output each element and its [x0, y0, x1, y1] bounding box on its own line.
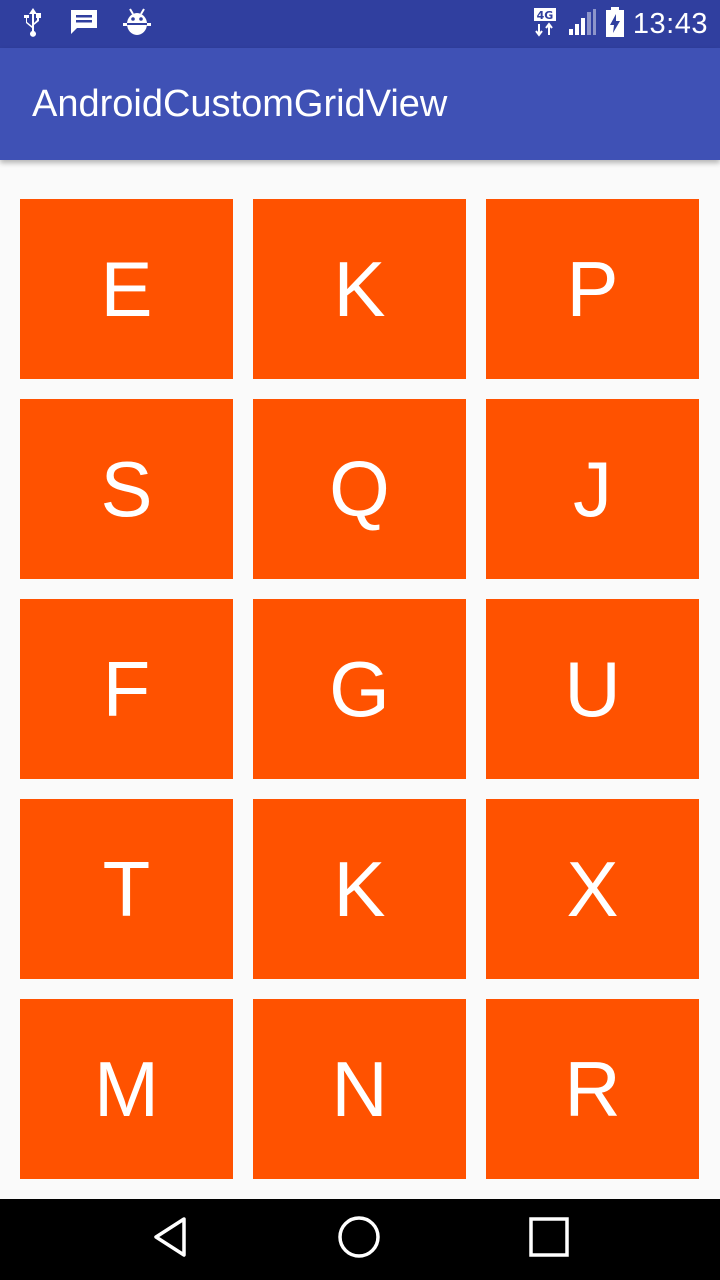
network-label: 4G	[537, 9, 554, 22]
grid-item-letter: M	[94, 1045, 159, 1133]
grid-item[interactable]: E	[20, 199, 233, 379]
navigation-bar	[0, 1199, 720, 1280]
grid-item[interactable]: T	[20, 799, 233, 979]
grid-item-letter: E	[100, 245, 153, 333]
grid-item[interactable]: R	[486, 999, 699, 1179]
grid-item[interactable]: S	[20, 399, 233, 579]
grid-item[interactable]: X	[486, 799, 699, 979]
battery-charging-icon	[605, 6, 625, 43]
grid-item[interactable]: Q	[253, 399, 466, 579]
network-4g-icon: 4G	[533, 6, 559, 43]
grid-item-letter: U	[564, 645, 621, 733]
grid-item-letter: K	[333, 245, 386, 333]
recents-button[interactable]	[521, 1213, 577, 1265]
grid-item-letter: S	[100, 445, 153, 533]
grid-item[interactable]: J	[486, 399, 699, 579]
grid-item[interactable]: N	[253, 999, 466, 1179]
grid-item[interactable]: F	[20, 599, 233, 779]
message-icon	[68, 7, 100, 42]
clock: 13:43	[632, 7, 708, 40]
grid-item-letter: R	[564, 1045, 621, 1133]
grid-item[interactable]: K	[253, 799, 466, 979]
back-button[interactable]	[142, 1213, 198, 1265]
grid-item[interactable]: U	[486, 599, 699, 779]
grid-item[interactable]: P	[486, 199, 699, 379]
grid-item-letter: J	[573, 445, 612, 533]
home-button[interactable]	[331, 1213, 387, 1265]
signal-icon	[567, 7, 597, 42]
grid-item-letter: Q	[329, 445, 390, 533]
home-icon	[336, 1214, 382, 1265]
notification-icons	[20, 6, 152, 43]
grid-item[interactable]: M	[20, 999, 233, 1179]
grid-item-letter: T	[102, 845, 151, 933]
grid-item[interactable]: K	[253, 199, 466, 379]
grid-item-letter: F	[102, 645, 151, 733]
back-icon	[148, 1215, 192, 1264]
android-debug-icon	[122, 6, 152, 43]
grid-item-letter: X	[566, 845, 619, 933]
grid-item[interactable]: G	[253, 599, 466, 779]
app-bar: AndroidCustomGridView	[0, 48, 720, 160]
recents-icon	[527, 1215, 571, 1264]
status-bar: 4G 13:43	[0, 0, 720, 48]
grid-item-letter: K	[333, 845, 386, 933]
system-icons: 4G 13:43	[533, 6, 708, 42]
usb-icon	[20, 6, 46, 43]
grid-item-letter: G	[329, 645, 390, 733]
grid-item-letter: N	[331, 1045, 388, 1133]
app-title: AndroidCustomGridView	[32, 83, 448, 125]
grid-item-letter: P	[566, 245, 619, 333]
letter-grid: E K P S Q J F G U T K X M N R	[20, 199, 699, 1179]
